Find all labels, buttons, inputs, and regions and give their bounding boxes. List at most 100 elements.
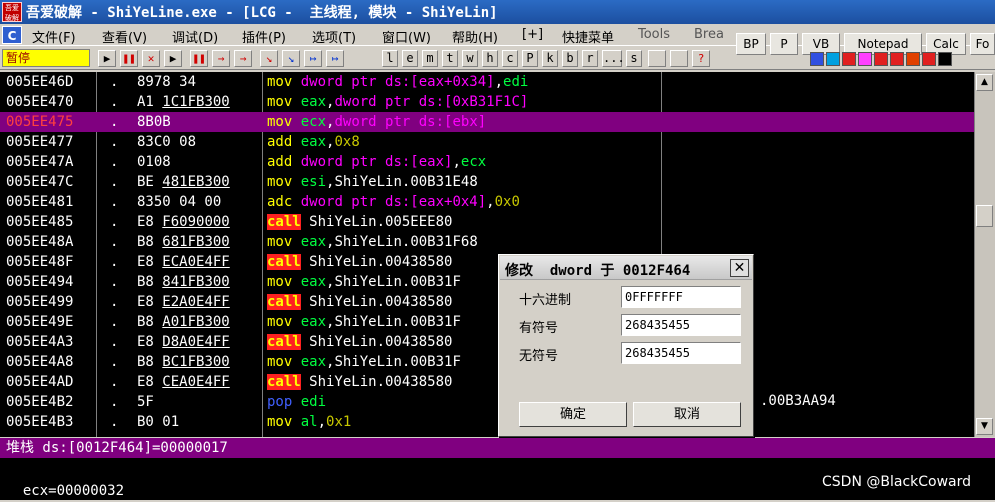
disasm-row[interactable]: 005EE49E. B8 A01FB300 mov eax,ShiYeLin.00B… [0, 312, 974, 332]
disasm-row[interactable]: 005EE4A3. E8 D8A0E4FF call ShiYeLin.004385… [0, 332, 974, 352]
cancel-button[interactable]: 取消 [633, 402, 741, 427]
help-icon[interactable]: ? [692, 50, 710, 67]
grid-icon[interactable] [670, 50, 688, 67]
disasm-row[interactable]: 005EE48F. E8 ECA0E4FF call ShiYeLin.004385… [0, 252, 974, 272]
go-to-icon[interactable]: ↦ [304, 50, 322, 67]
go-to-icon[interactable]: ↦ [326, 50, 344, 67]
ok-button[interactable]: 确定 [519, 402, 627, 427]
address: 005EE47A [6, 154, 74, 170]
window-button-e[interactable]: e [402, 50, 418, 67]
plugin-shortcut-icon[interactable] [890, 52, 904, 66]
disasm-row[interactable]: 005EE475. 8B0B mov ecx,dword ptr ds:[ebx] [0, 112, 974, 132]
plugin-button[interactable]: Fo [970, 33, 995, 55]
list-icon[interactable] [648, 50, 666, 67]
menu-item[interactable]: 文件(F) [32, 27, 76, 46]
menu-item[interactable]: Brea [694, 27, 724, 42]
plugin-shortcut-icon[interactable] [842, 52, 856, 66]
open-icon[interactable]: ▶ [98, 50, 116, 67]
menu-item[interactable]: 快捷菜单 [562, 27, 614, 46]
plugin-button[interactable]: P [770, 33, 798, 55]
disasm-row[interactable]: 005EE47A. 0108 add dword ptr ds:[eax],ecx [0, 152, 974, 172]
execute-till-return-icon[interactable]: ↘ [282, 50, 300, 67]
menu-item[interactable]: 窗口(W) [382, 27, 431, 46]
cpu-window-icon[interactable]: C [2, 26, 22, 44]
scroll-down-icon[interactable]: ▼ [976, 418, 993, 435]
plugin-shortcut-icon[interactable] [906, 52, 920, 66]
window-button-r[interactable]: r [582, 50, 598, 67]
vertical-scrollbar[interactable] [974, 72, 995, 437]
window-button-h[interactable]: h [482, 50, 498, 67]
mnemonic: call [267, 254, 301, 270]
disasm-row[interactable]: 005EE485. E8 F6090000 call ShiYeLin.005EEE… [0, 212, 974, 232]
hex-input[interactable]: 0FFFFFFF [621, 286, 741, 308]
menu-item[interactable]: 插件(P) [242, 27, 286, 46]
step-over-icon[interactable]: → [212, 50, 230, 67]
disasm-row[interactable]: 005EE4AD. E8 CEA0E4FF call ShiYeLin.004385… [0, 372, 974, 392]
menu-item[interactable]: Tools [638, 27, 670, 42]
address: 005EE4AD [6, 374, 74, 390]
window-button-w[interactable]: w [462, 50, 478, 67]
menu-item[interactable]: 帮助(H) [452, 27, 498, 46]
operand: ecx [460, 154, 487, 170]
dialog-title-bar[interactable]: 修改 dword 于 0012F464 ✕ [500, 256, 752, 280]
opcode-bytes: A1 1C1FB300 [137, 94, 230, 110]
instruction: add eax,0x8 [267, 132, 360, 152]
menu-item[interactable]: 查看(V) [102, 27, 147, 46]
run-icon[interactable]: ❚❚ [120, 50, 138, 67]
scroll-thumb[interactable] [976, 205, 993, 227]
mnemonic: mov [267, 174, 293, 190]
plugin-shortcut-icon[interactable] [826, 52, 840, 66]
address: 005EE485 [6, 214, 74, 230]
code-marker: . [110, 314, 119, 330]
plugin-shortcut-icon[interactable] [858, 52, 872, 66]
disasm-row[interactable]: 005EE4A8. B8 BC1FB300 mov eax,ShiYeLin.00B… [0, 352, 974, 372]
window-button-b[interactable]: b [562, 50, 578, 67]
disasm-row[interactable]: 005EE477. 83C0 08 add eax,0x8 [0, 132, 974, 152]
disasm-row[interactable]: 005EE481. 8350 04 00 adc dword ptr ds:[eax… [0, 192, 974, 212]
opcode-bytes: B8 681FB300 [137, 234, 230, 250]
plugin-shortcut-icon[interactable] [810, 52, 824, 66]
step-into-icon[interactable]: ❚❚ [190, 50, 208, 67]
menu-item[interactable]: 选项(T) [312, 27, 356, 46]
window-button-s[interactable]: s [626, 50, 642, 67]
window-button-l[interactable]: l [382, 50, 398, 67]
menu-item[interactable]: [+] [522, 27, 543, 42]
disassembly-pane[interactable]: 005EE46D. 8978 34 mov dword ptr ds:[eax+0x… [0, 72, 974, 437]
code-marker: . [110, 94, 119, 110]
disasm-row[interactable]: 005EE47C. BE 481EB300 mov esi,ShiYeLin.00B… [0, 172, 974, 192]
disasm-row[interactable]: 005EE4B3. B0 01 mov al,0x1 [0, 412, 974, 432]
instruction: call ShiYeLin.00438580 [267, 292, 452, 312]
window-button-m[interactable]: m [422, 50, 438, 67]
window-button-t[interactable]: t [442, 50, 458, 67]
operand: eax [300, 314, 327, 330]
title-bar: 吾爱破解 吾爱破解 - ShiYeLine.exe - [LCG - 主线程, … [0, 0, 995, 24]
disasm-row[interactable]: 005EE499. E8 E2A0E4FF call ShiYeLin.004385… [0, 292, 974, 312]
address: 005EE4B3 [6, 414, 74, 430]
menu-item[interactable]: 调试(D) [172, 27, 218, 46]
operand: eax [300, 234, 327, 250]
window-button-k[interactable]: k [542, 50, 558, 67]
trace-over-icon[interactable]: ↘ [260, 50, 278, 67]
disasm-row[interactable]: 005EE470. A1 1C1FB300 mov eax,dword ptr ds… [0, 92, 974, 112]
unsigned-input[interactable]: 268435455 [621, 342, 741, 364]
instruction: mov eax,ShiYeLin.00B31F [267, 272, 461, 292]
operand: edi [503, 74, 529, 90]
window-button-more[interactable]: ... [602, 50, 625, 67]
operand: dword ptr ds:[0xB31F1C] [334, 94, 529, 110]
disasm-row[interactable]: 005EE46D. 8978 34 mov dword ptr ds:[eax+0x… [0, 72, 974, 92]
close-icon[interactable]: ✕ [730, 259, 749, 277]
plugin-shortcut-icon[interactable] [938, 52, 952, 66]
plugin-button[interactable]: BP [736, 33, 766, 55]
hex-label: 十六进制 [519, 293, 572, 308]
plugin-shortcut-icon[interactable] [922, 52, 936, 66]
disasm-row[interactable]: 005EE48A. B8 681FB300 mov eax,ShiYeLin.00B… [0, 232, 974, 252]
scroll-up-icon[interactable]: ▲ [976, 74, 993, 91]
trace-into-icon[interactable]: → [234, 50, 252, 67]
disasm-row[interactable]: 005EE494. B8 841FB300 mov eax,ShiYeLin.00B… [0, 272, 974, 292]
window-button-P[interactable]: P [522, 50, 538, 67]
pause-icon[interactable]: ✕ [142, 50, 160, 67]
close-icon[interactable]: ▶ [164, 50, 182, 67]
window-button-c[interactable]: c [502, 50, 518, 67]
plugin-shortcut-icon[interactable] [874, 52, 888, 66]
signed-input[interactable]: 268435455 [621, 314, 741, 336]
